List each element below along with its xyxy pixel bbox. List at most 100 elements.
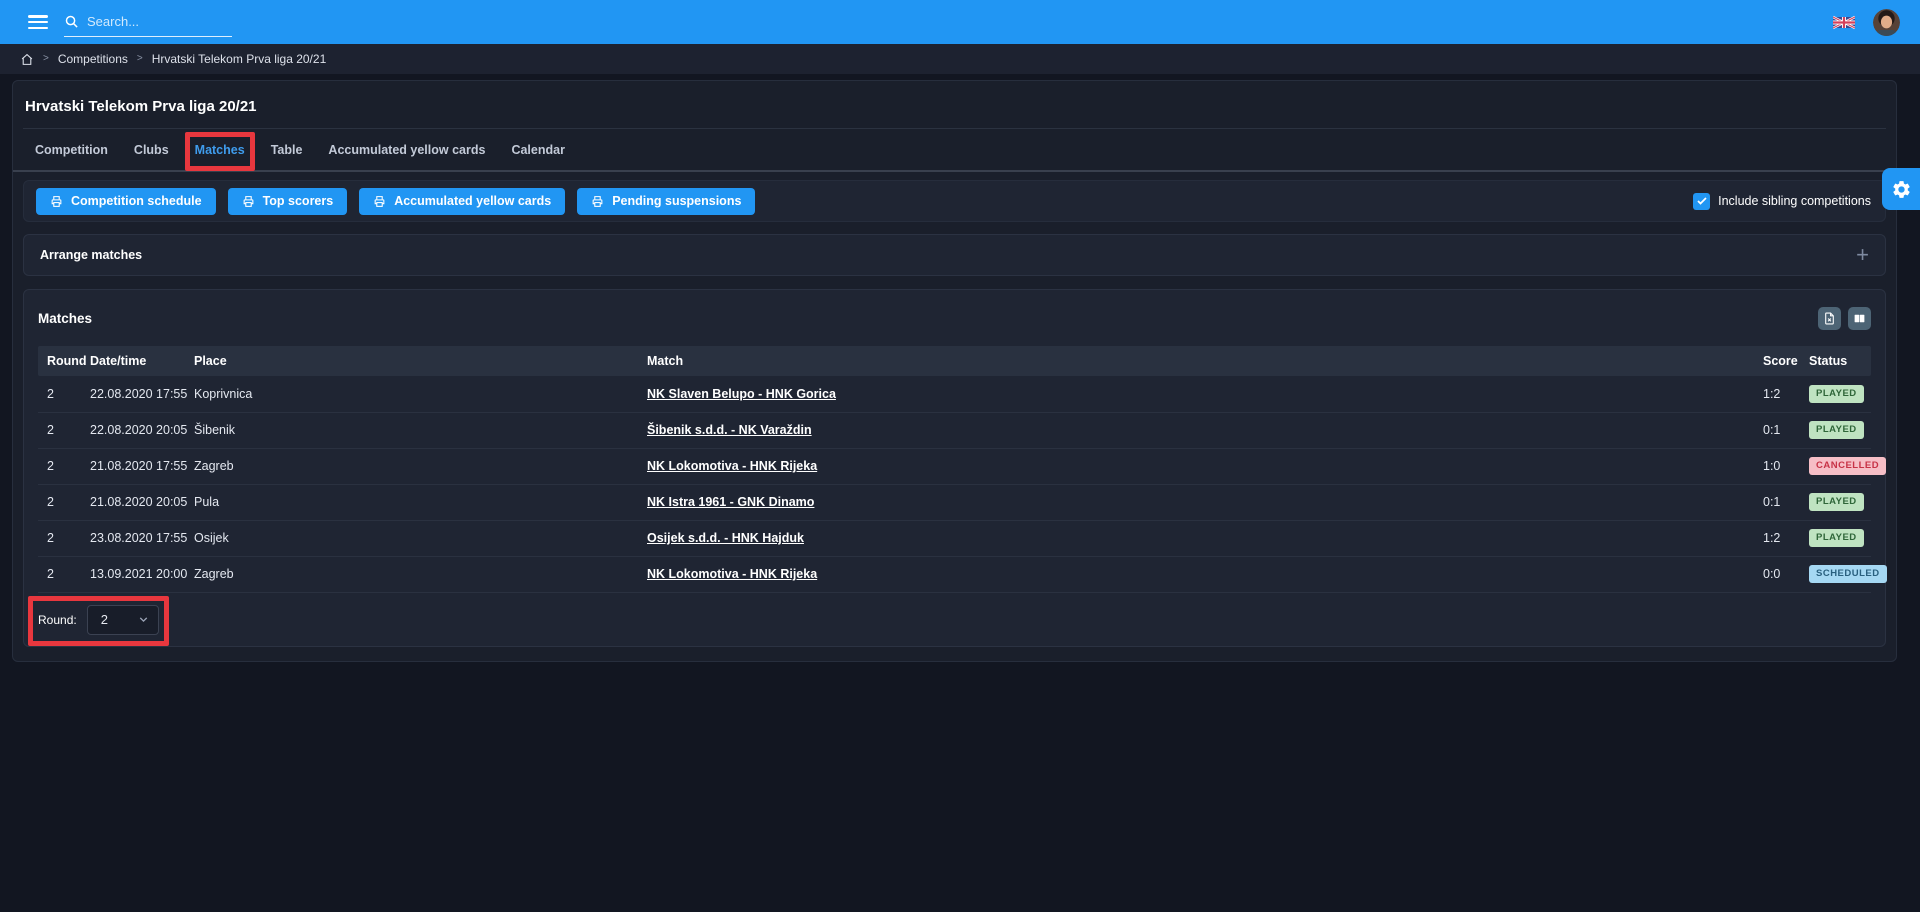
cell-round: 2 bbox=[38, 484, 90, 520]
status-badge: SCHEDULED bbox=[1809, 565, 1887, 583]
checkbox-label: Include sibling competitions bbox=[1718, 194, 1871, 208]
status-badge: CANCELLED bbox=[1809, 457, 1886, 475]
cell-status: PLAYED bbox=[1809, 412, 1871, 448]
user-avatar[interactable] bbox=[1873, 9, 1900, 36]
accumulated-yellow-cards-button[interactable]: Accumulated yellow cards bbox=[359, 188, 565, 215]
include-sibling-competitions-checkbox[interactable]: Include sibling competitions bbox=[1693, 193, 1871, 210]
cell-match: NK Lokomotiva - HNK Rijeka bbox=[647, 556, 1763, 592]
export-file-button[interactable] bbox=[1818, 307, 1841, 330]
search-box bbox=[64, 7, 232, 37]
matches-panel: Matches RoundDate/timePlaceMatchScoreSta… bbox=[23, 289, 1886, 647]
round-select-value: 2 bbox=[101, 612, 108, 627]
arrange-matches-panel[interactable]: Arrange matches + bbox=[23, 234, 1886, 276]
round-label: Round: bbox=[38, 613, 77, 627]
topbar bbox=[0, 0, 1920, 44]
topbar-right bbox=[1833, 9, 1900, 36]
cell-score: 0:1 bbox=[1763, 412, 1809, 448]
cell-status: CANCELLED bbox=[1809, 448, 1871, 484]
match-link[interactable]: NK Slaven Belupo - HNK Gorica bbox=[647, 387, 836, 401]
cell-score: 1:2 bbox=[1763, 376, 1809, 412]
tab-table[interactable]: Table bbox=[271, 143, 303, 157]
menu-icon[interactable] bbox=[28, 15, 48, 29]
competition-card: Hrvatski Telekom Prva liga 20/21 Competi… bbox=[12, 80, 1897, 662]
printer-icon bbox=[591, 195, 604, 208]
report-toolbar: Competition schedule Top scorers Accumulat… bbox=[23, 180, 1886, 222]
cell-status: SCHEDULED bbox=[1809, 556, 1871, 592]
cell-round: 2 bbox=[38, 412, 90, 448]
cell-match: NK Lokomotiva - HNK Rijeka bbox=[647, 448, 1763, 484]
matches-table: RoundDate/timePlaceMatchScoreStatus 222.… bbox=[38, 346, 1871, 593]
table-header-row: RoundDate/timePlaceMatchScoreStatus bbox=[38, 346, 1871, 376]
cell-datetime: 21.08.2020 20:05 bbox=[90, 484, 194, 520]
tab-competition[interactable]: Competition bbox=[35, 143, 108, 157]
expand-plus-icon[interactable]: + bbox=[1856, 245, 1869, 265]
match-link[interactable]: NK Lokomotiva - HNK Rijeka bbox=[647, 567, 817, 581]
cell-score: 0:0 bbox=[1763, 556, 1809, 592]
printer-icon bbox=[373, 195, 386, 208]
cell-datetime: 23.08.2020 17:55 bbox=[90, 520, 194, 556]
cell-round: 2 bbox=[38, 376, 90, 412]
columns-button[interactable] bbox=[1848, 307, 1871, 330]
match-link[interactable]: Šibenik s.d.d. - NK Varaždin bbox=[647, 423, 812, 437]
top-scorers-button[interactable]: Top scorers bbox=[228, 188, 348, 215]
tab-calendar[interactable]: Calendar bbox=[511, 143, 565, 157]
round-filter-group: Round: 2 bbox=[38, 603, 159, 637]
tab-matches[interactable]: Matches bbox=[195, 143, 245, 157]
cell-round: 2 bbox=[38, 448, 90, 484]
file-export-icon bbox=[1823, 312, 1836, 325]
cell-datetime: 22.08.2020 17:55 bbox=[90, 376, 194, 412]
match-link[interactable]: NK Lokomotiva - HNK Rijeka bbox=[647, 459, 817, 473]
matches-title: Matches bbox=[38, 311, 92, 326]
page-title: Hrvatski Telekom Prva liga 20/21 bbox=[13, 81, 1896, 117]
breadcrumb: > Competitions > Hrvatski Telekom Prva l… bbox=[0, 44, 1920, 74]
breadcrumb-separator: > bbox=[137, 53, 143, 64]
language-flag-icon[interactable] bbox=[1833, 15, 1855, 30]
printer-icon bbox=[50, 195, 63, 208]
home-icon[interactable] bbox=[20, 53, 34, 66]
cell-place: Zagreb bbox=[194, 556, 647, 592]
status-badge: PLAYED bbox=[1809, 421, 1864, 439]
matches-panel-header: Matches bbox=[38, 290, 1871, 346]
breadcrumb-item-current: Hrvatski Telekom Prva liga 20/21 bbox=[152, 52, 327, 66]
search-icon bbox=[64, 14, 79, 29]
tab-bar: Competition Clubs Matches Table Accumulated … bbox=[13, 129, 1896, 172]
column-header-status: Status bbox=[1809, 346, 1871, 376]
settings-gear-button[interactable] bbox=[1882, 168, 1920, 210]
tab-clubs[interactable]: Clubs bbox=[134, 143, 169, 157]
cell-match: Šibenik s.d.d. - NK Varaždin bbox=[647, 412, 1763, 448]
chevron-down-icon bbox=[137, 613, 150, 626]
cell-match: NK Slaven Belupo - HNK Gorica bbox=[647, 376, 1763, 412]
table-row: 213.09.2021 20:00ZagrebNK Lokomotiva - H… bbox=[38, 556, 1871, 592]
arrange-matches-title: Arrange matches bbox=[40, 248, 142, 262]
cell-place: Osijek bbox=[194, 520, 647, 556]
matches-header-actions bbox=[1818, 307, 1871, 330]
cell-round: 2 bbox=[38, 556, 90, 592]
cell-score: 1:2 bbox=[1763, 520, 1809, 556]
round-select[interactable]: 2 bbox=[87, 605, 159, 635]
checkbox-check-icon bbox=[1693, 193, 1710, 210]
cell-score: 1:0 bbox=[1763, 448, 1809, 484]
cell-score: 0:1 bbox=[1763, 484, 1809, 520]
column-header-place: Place bbox=[194, 346, 647, 376]
breadcrumb-item-competitions[interactable]: Competitions bbox=[58, 52, 128, 66]
status-badge: PLAYED bbox=[1809, 493, 1864, 511]
match-link[interactable]: NK Istra 1961 - GNK Dinamo bbox=[647, 495, 814, 509]
cell-match: Osijek s.d.d. - HNK Hajduk bbox=[647, 520, 1763, 556]
cell-place: Pula bbox=[194, 484, 647, 520]
table-row: 221.08.2020 20:05PulaNK Istra 1961 - GNK… bbox=[38, 484, 1871, 520]
table-row: 223.08.2020 17:55OsijekOsijek s.d.d. - H… bbox=[38, 520, 1871, 556]
column-header-match: Match bbox=[647, 346, 1763, 376]
cell-place: Šibenik bbox=[194, 412, 647, 448]
column-header-round: Round bbox=[38, 346, 90, 376]
report-buttons: Competition schedule Top scorers Accumulat… bbox=[36, 188, 755, 215]
match-link[interactable]: Osijek s.d.d. - HNK Hajduk bbox=[647, 531, 804, 545]
tab-accumulated-yellow-cards[interactable]: Accumulated yellow cards bbox=[328, 143, 485, 157]
breadcrumb-separator: > bbox=[43, 53, 49, 64]
search-input[interactable] bbox=[87, 14, 207, 29]
cell-datetime: 13.09.2021 20:00 bbox=[90, 556, 194, 592]
competition-schedule-button[interactable]: Competition schedule bbox=[36, 188, 216, 215]
pending-suspensions-button[interactable]: Pending suspensions bbox=[577, 188, 755, 215]
cell-round: 2 bbox=[38, 520, 90, 556]
table-row: 222.08.2020 17:55KoprivnicaNK Slaven Bel… bbox=[38, 376, 1871, 412]
column-header-date-time: Date/time bbox=[90, 346, 194, 376]
